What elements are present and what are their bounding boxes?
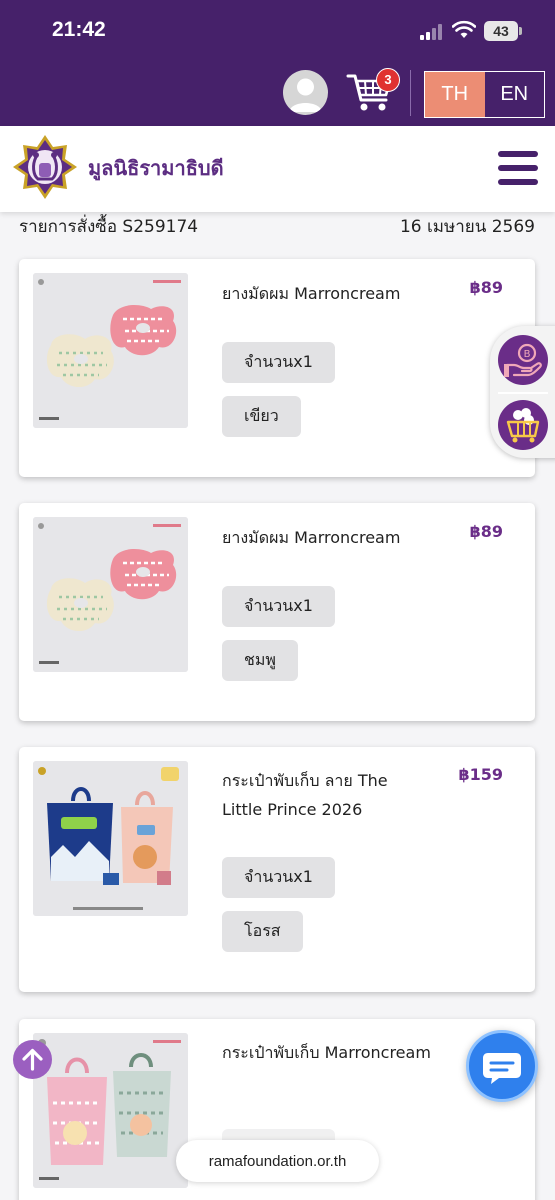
variant-badge: เขียว [222, 396, 301, 437]
browser-url-bar[interactable]: ramafoundation.or.th [176, 1140, 379, 1182]
shopping-basket-icon[interactable] [498, 400, 548, 450]
foundation-logo[interactable] [12, 134, 78, 200]
product-name: กระเป๋าพับเก็บ ลาย The Little Prince 202… [222, 771, 388, 819]
product-price: ฿89 [469, 278, 503, 297]
order-item-card: กระเป๋าพับเก็บ ลาย The Little Prince 202… [19, 747, 535, 992]
product-image [33, 517, 188, 672]
lang-en-button[interactable]: EN [484, 72, 544, 117]
product-price: ฿89 [469, 522, 503, 541]
order-date: 16 เมษายน 2569 [399, 217, 535, 237]
product-name: ยางมัดผม Marroncream [222, 284, 401, 303]
order-item-card: ยางมัดผม Marroncream ฿89 จำนวนx1 ชมพู [19, 503, 535, 721]
variant-badge: ชมพู [222, 640, 298, 681]
user-avatar[interactable] [283, 70, 328, 115]
wifi-icon [452, 20, 476, 38]
quantity-badge: จำนวนx1 [222, 586, 335, 627]
product-name: ยางมัดผม Marroncream [222, 528, 401, 547]
arrow-up-icon[interactable] [13, 1040, 52, 1079]
order-item-card: ยางมัดผม Marroncream ฿89 จำนวนx1 เขียว [19, 259, 535, 477]
chat-bubble-icon[interactable] [466, 1030, 538, 1102]
app-header: 21:42 43 3 TH EN [0, 0, 555, 126]
floating-divider [498, 392, 548, 394]
menu-icon[interactable] [498, 151, 538, 185]
battery-tip [519, 27, 522, 35]
lang-th-button[interactable]: TH [425, 72, 485, 117]
cellular-signal-icon [420, 24, 446, 40]
status-time: 21:42 [52, 18, 106, 41]
brand-name: มูลนิธิรามาธิบดี [88, 156, 224, 180]
battery-indicator: 43 [484, 21, 518, 41]
svg-text:B: B [524, 349, 531, 360]
variant-badge: โอรส [222, 911, 303, 952]
quantity-badge: จำนวนx1 [222, 342, 335, 383]
cart-count-badge: 3 [376, 68, 400, 92]
product-image [33, 1033, 188, 1188]
product-name: กระเป๋าพับเก็บ Marroncream [222, 1043, 431, 1062]
order-number: รายการสั่งซื้อ S259174 [19, 217, 199, 237]
product-image [33, 761, 188, 916]
user-icon [289, 78, 322, 112]
header-divider [410, 70, 411, 116]
language-switch: TH EN [424, 71, 545, 118]
quantity-badge: จำนวนx1 [222, 857, 335, 898]
donate-hand-coin-icon[interactable]: B [498, 335, 548, 385]
product-price: ฿159 [458, 765, 503, 784]
brand-bar: มูลนิธิรามาธิบดี [0, 126, 555, 212]
product-image [33, 273, 188, 428]
